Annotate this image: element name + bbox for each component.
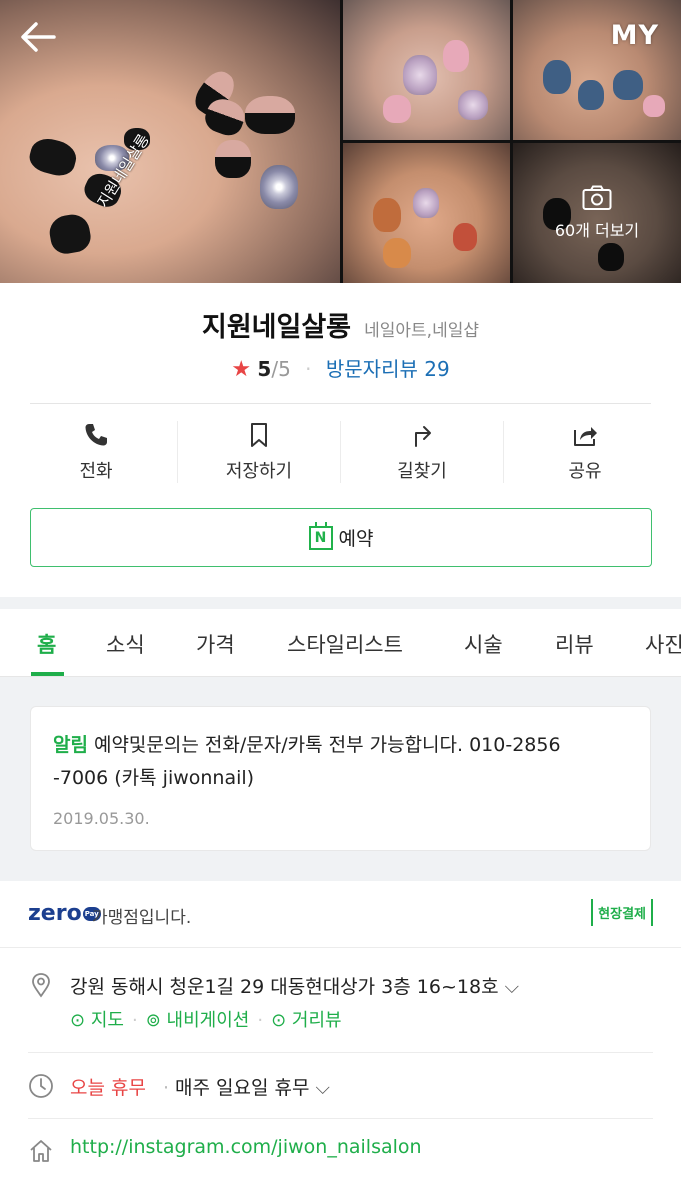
photo-gallery[interactable]: 지원네일살롱 MY 60개 더보기 bbox=[0, 0, 681, 283]
tab-news[interactable]: 소식 bbox=[106, 629, 145, 659]
map-label: 지도 bbox=[90, 1010, 124, 1031]
address-links: ⊙ 지도 · ⊚ 내비게이션 · ⊙ 거리뷰 bbox=[70, 1006, 342, 1032]
tab-bar: 홈 소식 가격 스타일리스트 시술 리뷰 사진 bbox=[0, 609, 681, 677]
map-link[interactable]: ⊙ 지도 bbox=[70, 1010, 124, 1031]
place-category: 네일아트,네일샵 bbox=[364, 321, 480, 341]
star-icon: ★ bbox=[231, 357, 252, 382]
notice-card[interactable]: 알림 예약및문의는 전화/문자/카톡 전부 가능합니다. 010-2856 -70… bbox=[30, 706, 651, 851]
tab-price[interactable]: 가격 bbox=[196, 629, 235, 659]
reserve-button[interactable]: N 예약 bbox=[30, 508, 652, 567]
website-link[interactable]: http://instagram.com/jiwon_nailsalon bbox=[70, 1136, 422, 1158]
hours-detail: · 매주 일요일 휴무 ⌵ bbox=[163, 1073, 330, 1100]
notice-date: 2019.05.30. bbox=[53, 809, 150, 828]
website-row: http://instagram.com/jiwon_nailsalon bbox=[28, 1119, 653, 1181]
chevron-down-icon[interactable]: ⌵ bbox=[316, 1077, 330, 1099]
navigation-icon: ⊚ bbox=[145, 1010, 161, 1031]
separator-dot: · bbox=[257, 1010, 264, 1031]
home-icon bbox=[30, 1140, 52, 1162]
separator-dot: · bbox=[305, 357, 312, 381]
street-view-icon: ⊙ bbox=[271, 1010, 287, 1031]
rating-row: ★ 5/5 · 방문자리뷰 29 bbox=[0, 353, 681, 382]
reserve-label: 예약 bbox=[338, 528, 374, 550]
save-button[interactable]: 저장하기 bbox=[178, 421, 341, 483]
hours-detail-text: 매주 일요일 휴무 bbox=[175, 1077, 310, 1099]
zero-pay-row: zero Pay 가맹점입니다. 현장결제 bbox=[0, 881, 681, 948]
place-info: zero Pay 가맹점입니다. 현장결제 강원 동해시 청운1길 29 대동현대… bbox=[0, 881, 681, 1181]
separator-dot: · bbox=[163, 1077, 170, 1099]
rating-score: 5 bbox=[257, 357, 272, 381]
gallery-photo[interactable] bbox=[343, 143, 510, 283]
separator-dot: · bbox=[131, 1010, 138, 1031]
place-summary: 지원네일살롱 네일아트,네일샵 ★ 5/5 · 방문자리뷰 29 전화 저장하기… bbox=[0, 283, 681, 597]
visitor-review-link[interactable]: 방문자리뷰 29 bbox=[326, 357, 450, 381]
zero-pay-text: 가맹점입니다. bbox=[92, 908, 192, 928]
more-photos-label: 60개 더보기 bbox=[554, 221, 640, 240]
save-label: 저장하기 bbox=[225, 461, 293, 482]
place-name: 지원네일살롱 bbox=[201, 312, 352, 343]
navigation-label: 내비게이션 bbox=[166, 1010, 250, 1031]
directions-button[interactable]: 길찾기 bbox=[341, 421, 504, 483]
more-photos-button[interactable]: 60개 더보기 bbox=[513, 143, 681, 283]
tab-stylist[interactable]: 스타일리스트 bbox=[287, 629, 403, 659]
notice-line-1: 예약및문의는 전화/문자/카톡 전부 가능합니다. 010-2856 bbox=[93, 734, 561, 756]
active-tab-indicator bbox=[31, 672, 64, 676]
notice-tag: 알림 bbox=[53, 734, 88, 756]
naver-booking-icon: N bbox=[308, 521, 333, 550]
address-value: 강원 동해시 청운1길 29 대동현대상가 3층 16~18호 bbox=[70, 976, 499, 998]
action-bar: 전화 저장하기 길찾기 공유 bbox=[15, 421, 666, 491]
map-pin-icon: ⊙ bbox=[70, 1010, 86, 1031]
title-row: 지원네일살롱 네일아트,네일샵 bbox=[0, 305, 681, 344]
notice-line-2: -7006 (카톡 jiwonnail) bbox=[53, 767, 255, 789]
hours-status: 오늘 휴무 bbox=[70, 1077, 146, 1099]
directions-icon bbox=[415, 426, 431, 447]
divider bbox=[30, 403, 651, 404]
clock-icon bbox=[29, 1074, 53, 1098]
zero-pay-logo: zero Pay bbox=[28, 901, 101, 926]
phone-icon bbox=[85, 424, 107, 446]
share-button[interactable]: 공유 bbox=[504, 421, 666, 483]
tab-home[interactable]: 홈 bbox=[37, 629, 56, 659]
call-label: 전화 bbox=[79, 461, 113, 482]
my-button[interactable]: MY bbox=[611, 20, 659, 51]
location-pin-icon bbox=[32, 973, 50, 998]
tab-review[interactable]: 리뷰 bbox=[555, 629, 594, 659]
share-label: 공유 bbox=[568, 461, 602, 482]
tab-treatment[interactable]: 시술 bbox=[464, 629, 503, 659]
arrow-left-icon bbox=[21, 22, 56, 52]
street-view-label: 거리뷰 bbox=[291, 1010, 342, 1031]
back-button[interactable] bbox=[18, 20, 58, 54]
address-row: 강원 동해시 청운1길 29 대동현대상가 3층 16~18호 ⌵ ⊙ 지도 · ⊚… bbox=[28, 948, 653, 1053]
rating-max: /5 bbox=[271, 357, 291, 381]
hours-row[interactable]: 오늘 휴무 · 매주 일요일 휴무 ⌵ bbox=[28, 1053, 653, 1119]
photo-watermark: 지원네일살롱 bbox=[93, 130, 153, 211]
camera-icon bbox=[582, 185, 612, 210]
notice-text: 알림 예약및문의는 전화/문자/카톡 전부 가능합니다. 010-2856 -70… bbox=[53, 729, 628, 795]
directions-label: 길찾기 bbox=[397, 461, 447, 482]
navigation-link[interactable]: ⊚ 내비게이션 bbox=[146, 1010, 250, 1031]
call-button[interactable]: 전화 bbox=[15, 421, 178, 483]
tab-photo[interactable]: 사진 bbox=[645, 629, 681, 659]
share-icon bbox=[574, 427, 597, 446]
gallery-photo[interactable] bbox=[343, 0, 510, 140]
bookmark-icon bbox=[251, 423, 267, 447]
street-view-link[interactable]: ⊙ 거리뷰 bbox=[271, 1010, 342, 1031]
address-text[interactable]: 강원 동해시 청운1길 29 대동현대상가 3층 16~18호 ⌵ bbox=[70, 972, 519, 999]
zero-pay-logo-text: zero bbox=[28, 901, 82, 926]
chevron-down-icon[interactable]: ⌵ bbox=[505, 976, 519, 998]
onsite-payment-badge[interactable]: 현장결제 bbox=[591, 899, 653, 926]
